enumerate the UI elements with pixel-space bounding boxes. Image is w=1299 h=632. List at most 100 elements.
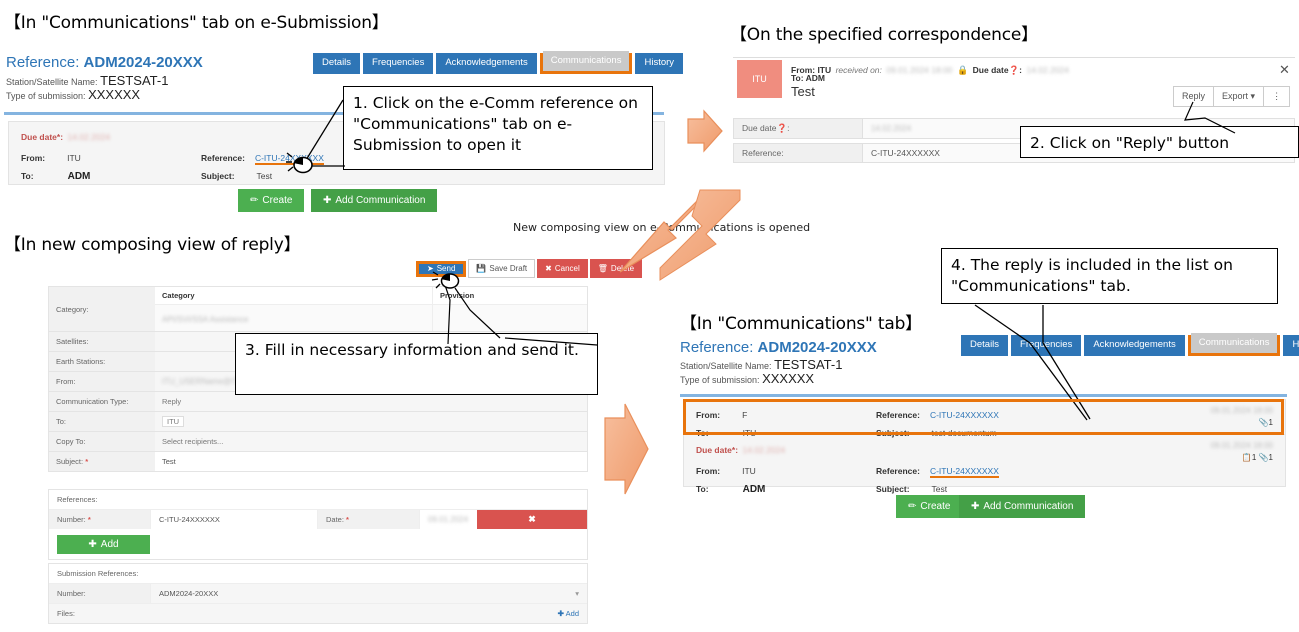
plus-icon: ✚ [323, 195, 332, 206]
help-icon[interactable]: ❓ [777, 123, 788, 133]
esub-add-communication-label: Add Communication [335, 195, 426, 206]
from-value: ITU [742, 466, 756, 476]
cancel-icon: ✖ [545, 264, 552, 273]
compose-field-key: Satellites: [49, 332, 155, 351]
esub-add-communication-button[interactable]: ✚ Add Communication [311, 189, 438, 212]
from-label: From: [21, 153, 46, 163]
esub-create-button[interactable]: ✏ Create [238, 189, 305, 212]
pencil-icon: ✏ [908, 501, 917, 512]
callout-step-4: 4. The reply is included in the list on … [941, 248, 1278, 304]
attachment-icon: 📎 [1258, 453, 1269, 462]
communication-row[interactable]: Due date*: 14.02.2024 From: ITU To: ADM Refer… [684, 434, 1285, 495]
due-date-label: Due date*: [696, 445, 739, 455]
compose-field-row[interactable]: Communication Type: Reply [48, 392, 588, 412]
from-value: ITU [67, 153, 81, 163]
compose-button-label: Save Draft [489, 264, 528, 273]
result-tab-frequencies[interactable]: Frequencies [1011, 335, 1082, 356]
subject-label: Subject: [201, 171, 235, 181]
plus-icon: ✚ [88, 539, 97, 550]
compose-field-row[interactable]: Copy To: Select recipients... [48, 432, 588, 452]
compose-save-draft-button[interactable]: 💾 Save Draft [468, 259, 536, 278]
trash-icon: 🗑 [597, 264, 608, 273]
export-button[interactable]: Export ▾ [1213, 86, 1264, 107]
row-timestamp: 09.01.2024 18:00 [1210, 441, 1273, 450]
esub-tab-bar[interactable]: Details Frequencies Acknowledgements Commun… [313, 51, 684, 74]
compose-submission-number-value[interactable]: ADM2024-20XXX ▾ [150, 584, 587, 603]
compose-field-key: Communication Type: [49, 392, 155, 411]
reference-link[interactable]: C-ITU-24XXXXXX [254, 153, 324, 165]
result-tab-details[interactable]: Details [961, 335, 1009, 356]
compose-references-date-value[interactable]: 09.01.2024 [419, 510, 477, 529]
chevron-down-icon: ▾ [575, 589, 579, 598]
avatar: ITU [737, 60, 782, 98]
to-label: To: [696, 484, 709, 494]
due-date-value: 14.02.2024 [742, 445, 786, 455]
compose-field-value[interactable]: ITU [155, 412, 587, 431]
compose-cancel-button[interactable]: ✖ Cancel [537, 259, 588, 278]
esub-tab-communications[interactable]: Communications [542, 51, 630, 71]
compose-submission-references-title: Submission References: [57, 569, 139, 578]
callout-step-2: 2. Click on "Reply" button [1020, 126, 1299, 158]
due-date-value: 14.02.2024 [67, 132, 111, 142]
compose-delete-button[interactable]: 🗑 Delete [589, 259, 643, 278]
attachment-count: 1 [1268, 453, 1273, 462]
reference-link[interactable]: C-ITU-24XXXXXX [929, 466, 999, 478]
chevron-down-icon: ▾ [1250, 91, 1256, 101]
compose-field-key: Subject: * [49, 452, 155, 471]
esub-tab-frequencies[interactable]: Frequencies [363, 53, 434, 74]
compose-reference-remove-button[interactable]: ✖ [477, 510, 587, 529]
compose-references-date-key: Date: * [317, 510, 419, 529]
compose-files-add-button[interactable]: ✚ Add [550, 604, 587, 623]
esub-tab-history[interactable]: History [635, 53, 684, 74]
compose-field-row[interactable]: Subject: * Test [48, 452, 588, 472]
compose-category-block: Category: Category Provision API/SVI/SSA… [48, 286, 588, 332]
close-icon[interactable]: ✕ [1279, 62, 1290, 78]
compose-toolbar[interactable]: ➤ Send 💾 Save Draft ✖ Cancel 🗑 Delete [416, 259, 643, 278]
result-reference-label: Reference: [680, 339, 754, 356]
compose-submission-references-block[interactable]: Submission References: Number: ADM2024-2… [48, 563, 588, 624]
result-tab-history[interactable]: History [1283, 335, 1299, 356]
result-add-communication-label: Add Communication [983, 501, 1074, 512]
esub-reference-label: Reference: [6, 54, 80, 71]
compose-category-key: Category: [49, 287, 155, 331]
to-value: ADM [67, 171, 91, 182]
compose-references-title: References: [57, 495, 98, 504]
compose-field-row[interactable]: To: ITU [48, 412, 588, 432]
flow-arrow-1 [687, 109, 723, 153]
result-tab-bar[interactable]: Details Frequencies Acknowledgements Commun… [961, 333, 1299, 356]
compose-references-number-value[interactable]: C-ITU-24XXXXXX [150, 510, 317, 529]
correspondence-received-label: received on: [835, 65, 882, 75]
plus-icon: ✚ [971, 501, 980, 512]
esub-reference-line: Reference: ADM2024-20XXX [6, 54, 203, 71]
result-reference-value: ADM2024-20XXX [757, 339, 877, 356]
to-value: ADM [742, 484, 766, 495]
result-tab-communications[interactable]: Communications [1190, 333, 1278, 353]
compose-reference-add-button[interactable]: ✚ Add [57, 535, 150, 554]
esub-tab-acknowledgements[interactable]: Acknowledgements [436, 53, 537, 74]
compose-field-value[interactable]: Test [155, 452, 587, 471]
lock-icon: 🔒 [957, 65, 969, 75]
more-options-button[interactable]: ⋮ [1263, 86, 1291, 107]
esub-tab-details[interactable]: Details [313, 53, 361, 74]
compose-button-label: Delete [610, 264, 635, 273]
callout-step-1: 1. Click on the e-Comm reference on "Com… [343, 86, 653, 170]
compose-references-block[interactable]: References: Number: * C-ITU-24XXXXXX Dat… [48, 489, 588, 560]
reply-button[interactable]: Reply [1173, 86, 1214, 107]
esub-station-value: TESTSAT-1 [100, 73, 169, 88]
esub-type-value: XXXXXX [88, 87, 141, 102]
pencil-icon: ✏ [250, 195, 259, 206]
compose-field-value[interactable]: Select recipients... [155, 432, 587, 451]
result-row-highlight [683, 399, 1284, 435]
callout-step-3: 3. Fill in necessary information and sen… [235, 333, 598, 395]
result-type-line: Type of submission: XXXXXX [680, 372, 814, 387]
compose-send-button[interactable]: ➤ Send [419, 263, 464, 274]
result-add-communication-button[interactable]: ✚ Add Communication [959, 495, 1086, 518]
document-count: 1 [1251, 453, 1257, 462]
result-tab-acknowledgements[interactable]: Acknowledgements [1084, 335, 1185, 356]
result-create-label: Create [920, 501, 951, 512]
result-create-button[interactable]: ✏ Create [896, 495, 963, 518]
help-icon[interactable]: ❓ [1009, 65, 1020, 75]
correspondence-actions[interactable]: Reply Export ▾ ⋮ [1173, 86, 1291, 107]
compose-provision-col-header: Provision [440, 291, 475, 300]
esub-type-line: Type of submission: XXXXXX [6, 88, 140, 103]
